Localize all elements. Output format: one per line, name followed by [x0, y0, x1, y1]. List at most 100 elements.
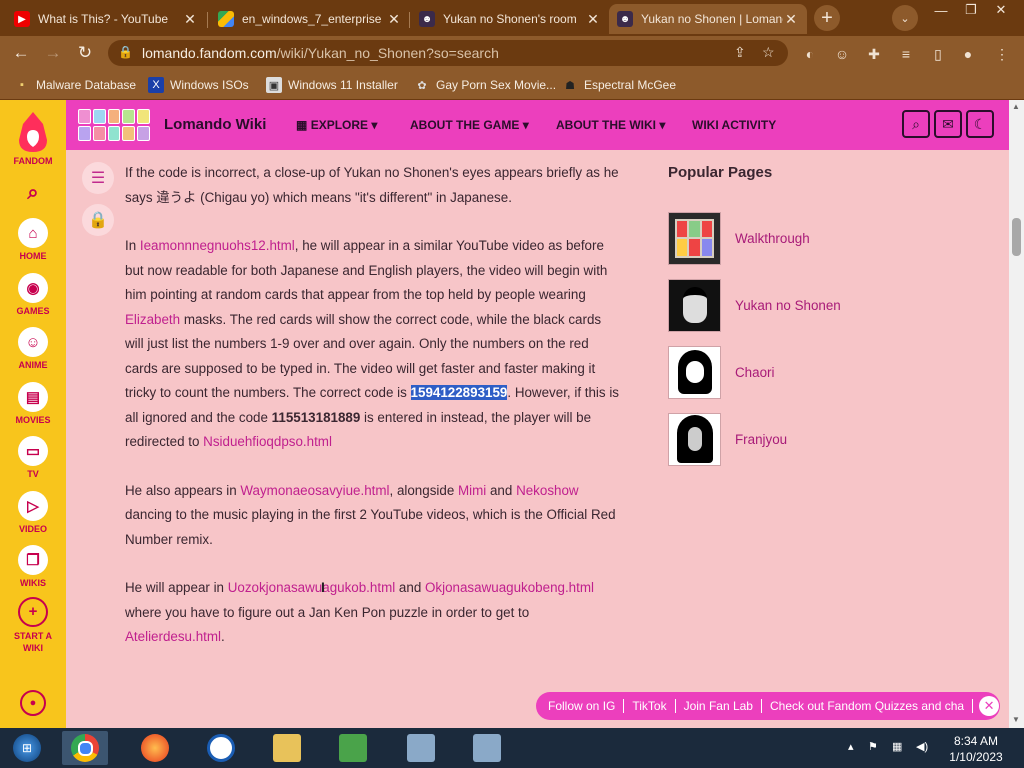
system-clock[interactable]: 8:34 AM 1/10/2023 [948, 733, 1004, 765]
reload-icon[interactable]: ↻ [72, 40, 98, 66]
rail-start-a-wiki[interactable]: + START A WIKI [0, 597, 66, 654]
popular-item-franjyou[interactable]: Franjyou [668, 412, 787, 466]
popular-link[interactable]: Chaori [735, 365, 774, 380]
lock-icon[interactable]: 🔒 [82, 204, 114, 236]
page-scrollbar[interactable]: ▲ ▼ [1009, 100, 1024, 728]
discussions-button[interactable]: ✉ [934, 110, 962, 138]
tab-youtube[interactable]: ▶ What is This? - YouTube ✕ [6, 4, 206, 34]
bookmark-malware-database[interactable]: ▪ Malware Database [14, 76, 136, 94]
fandom-logo[interactable]: FANDOM [0, 110, 66, 166]
taskbar-campaign[interactable] [198, 731, 244, 765]
fan-lab-link[interactable]: Join Fan Lab [676, 699, 762, 713]
close-window-icon[interactable]: ✕ [986, 0, 1016, 20]
firefox-icon [141, 734, 169, 762]
wiki-logo[interactable] [78, 109, 150, 141]
share-icon[interactable]: ⇪ [734, 44, 746, 61]
rail-wikis[interactable]: ❐ WIKIS [0, 545, 66, 588]
rail-movies[interactable]: ▤ MOVIES [0, 382, 66, 425]
taskbar-network-app[interactable] [330, 731, 376, 765]
rail-tv[interactable]: ▭ TV [0, 436, 66, 479]
close-icon[interactable]: ✕ [783, 11, 799, 28]
link-nsiduehfioqdpso[interactable]: Nsiduehfioqdpso.html [203, 434, 332, 449]
bookmark-windows-isos[interactable]: X Windows ISOs [148, 76, 249, 94]
selected-code[interactable]: 1594122893159 [410, 385, 508, 400]
network-status-icon[interactable]: ▦ [892, 740, 902, 753]
popular-link[interactable]: Franjyou [735, 432, 787, 447]
tray-chevron-icon[interactable]: ▴ [848, 740, 854, 753]
close-icon[interactable]: ✕ [979, 696, 1000, 716]
forward-arrow-icon[interactable]: → [40, 40, 66, 66]
taskbar-firefox[interactable] [132, 731, 178, 765]
address-bar[interactable]: 🔒 lomando.fandom.com/wiki/Yukan_no_Shone… [108, 40, 788, 66]
link-atelierdesu[interactable]: Atelierdesu.html [125, 629, 221, 644]
rail-video[interactable]: ▷ VIDEO [0, 491, 66, 534]
extension-avatar-icon[interactable]: ☺ [832, 44, 852, 64]
taskbar-explorer[interactable] [264, 731, 310, 765]
tab-yukan-room[interactable]: ☻ Yukan no Shonen's room ✕ [411, 4, 609, 34]
close-icon[interactable]: ✕ [182, 11, 198, 28]
link-mimi[interactable]: Mimi [458, 483, 486, 498]
link-ieamonnnegnuohs12[interactable]: Ieamonnnegnuohs12.html [140, 238, 295, 253]
rail-home[interactable]: ⌂ HOME [0, 218, 66, 261]
taskbar-computer-2[interactable] [464, 731, 510, 765]
star-icon[interactable]: ☆ [762, 44, 775, 61]
flag-icon[interactable]: ⚑ [868, 740, 878, 753]
minimize-icon[interactable]: — [926, 0, 956, 20]
media-queue-icon[interactable]: ≡ [896, 44, 916, 64]
tab-yukan-lomando[interactable]: ☻ Yukan no Shonen | Lomando ✕ [609, 4, 807, 34]
scrollbar-thumb[interactable] [1012, 218, 1021, 256]
theme-toggle-button[interactable]: ☾ [966, 110, 994, 138]
rail-account[interactable]: ● [0, 690, 66, 716]
popular-item-walkthrough[interactable]: Walkthrough [668, 211, 810, 265]
popular-link[interactable]: Walkthrough [735, 231, 810, 246]
popular-item-yukan-no-shonen[interactable]: Yukan no Shonen [668, 278, 841, 332]
link-waymonaeosavyiue[interactable]: Waymonaeosavyiue.html [240, 483, 389, 498]
tab-search-chevron-icon[interactable]: ⌄ [892, 5, 918, 31]
follow-ig-link[interactable]: Follow on IG [536, 699, 625, 713]
start-button[interactable]: ⊞ [4, 731, 50, 765]
nav-about-the-wiki[interactable]: ABOUT THE WIKI ▾ [556, 118, 665, 132]
profile-icon[interactable]: ● [958, 44, 978, 64]
menu-dots-icon[interactable]: ⋮ [992, 44, 1012, 64]
link-uozokjonasawuagukob[interactable]: Uozokjonasawuagukob.html [228, 580, 395, 595]
scroll-down-icon[interactable]: ▼ [1012, 715, 1020, 724]
restore-icon[interactable]: ❐ [956, 0, 986, 20]
quizzes-link[interactable]: Check out Fandom Quizzes and cha [762, 699, 974, 713]
bookmark-site[interactable]: ✿ Gay Porn Sex Movie... [414, 76, 556, 94]
search-icon: ⌕ [912, 115, 920, 132]
popular-pages-panel: Popular Pages Walkthrough Yukan no Shone… [650, 150, 985, 728]
side-panel-icon[interactable]: ▯ [928, 44, 948, 64]
tab-windows-iso[interactable]: en_windows_7_enterprise ✕ [210, 4, 410, 34]
rail-anime[interactable]: ☺ ANIME [0, 327, 66, 370]
wiki-title[interactable]: Lomando Wiki [164, 116, 266, 133]
rail-games[interactable]: ◉ GAMES [0, 273, 66, 316]
volume-icon[interactable]: ◀) [916, 740, 928, 753]
windows-taskbar: ⊞ ▴ ⚑ ▦ ◀) 8:34 AM 1/10/2023 [0, 728, 1024, 768]
link-nekoshow[interactable]: Nekoshow [516, 483, 579, 498]
nav-wiki-activity[interactable]: WIKI ACTIVITY [692, 118, 776, 132]
extension-flag-icon[interactable]: ◐ [800, 44, 820, 64]
tiktok-link[interactable]: TikTok [624, 699, 676, 713]
taskbar-computer-1[interactable] [398, 731, 444, 765]
link-okjonasawuagukobeng[interactable]: Okjonasawuagukobeng.html [425, 580, 594, 595]
nav-explore[interactable]: ▦ EXPLORE ▾ [296, 118, 377, 132]
search-button[interactable]: ⌕ [0, 182, 66, 205]
nav-about-the-game[interactable]: ABOUT THE GAME ▾ [410, 118, 529, 132]
home-icon: ⌂ [18, 218, 48, 248]
taskbar-chrome[interactable] [62, 731, 108, 765]
close-icon[interactable]: ✕ [386, 11, 402, 28]
popular-link[interactable]: Yukan no Shonen [735, 298, 841, 313]
popular-item-chaori[interactable]: Chaori [668, 345, 774, 399]
close-icon[interactable]: ✕ [585, 11, 601, 28]
table-of-contents-icon[interactable]: ☰ [82, 162, 114, 194]
chevron-down-icon: ▾ [522, 118, 529, 132]
bookmark-espectral-mcgee[interactable]: ☗ Espectral McGee [562, 76, 676, 94]
bookmark-windows-11-installer[interactable]: ▣ Windows 11 Installer [266, 76, 398, 94]
scroll-up-icon[interactable]: ▲ [1012, 102, 1020, 111]
chevron-down-icon: ▾ [371, 118, 378, 132]
new-tab-button[interactable]: + [814, 5, 840, 31]
link-elizabeth[interactable]: Elizabeth [125, 312, 180, 327]
back-arrow-icon[interactable]: ← [8, 40, 34, 66]
wiki-search-button[interactable]: ⌕ [902, 110, 930, 138]
puzzle-icon[interactable]: ✚ [864, 44, 884, 64]
